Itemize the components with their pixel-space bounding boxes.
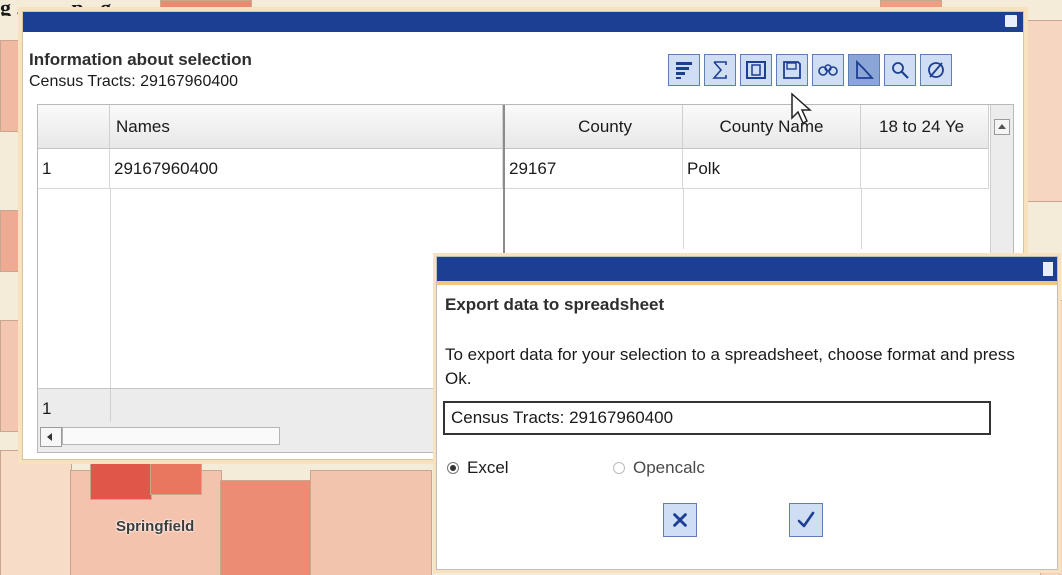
radio-excel-indicator[interactable] xyxy=(447,462,459,474)
grid-cell-rownum[interactable]: 1 xyxy=(38,149,110,189)
scroll-left-button[interactable] xyxy=(40,427,62,447)
export-dialog: Export data to spreadsheet To export dat… xyxy=(436,256,1058,570)
clear-icon xyxy=(928,62,944,78)
binoculars-button[interactable] xyxy=(812,54,844,86)
select-shape-button[interactable] xyxy=(848,54,880,86)
radio-opencalc-indicator[interactable] xyxy=(613,462,625,474)
grid-header-county[interactable]: County xyxy=(505,105,683,149)
grid-cell-name[interactable]: 29167960400 xyxy=(110,149,503,189)
map-city-label: Springfield xyxy=(116,518,195,535)
panel-toolbar xyxy=(668,54,952,86)
radio-excel-label: Excel xyxy=(467,458,509,477)
dialog-instructions: To export data for your selection to a s… xyxy=(445,345,1015,388)
grid-cell-county-name[interactable]: Polk xyxy=(683,149,861,189)
close-icon xyxy=(673,513,687,527)
radio-excel[interactable]: Excel xyxy=(447,458,509,478)
grid-cell-18-to-24[interactable] xyxy=(861,149,989,189)
grid-header-county-name[interactable]: County Name xyxy=(683,105,861,149)
sum-icon xyxy=(712,61,727,79)
scroll-up-button[interactable] xyxy=(994,119,1010,135)
check-icon xyxy=(797,511,815,528)
sum-button[interactable] xyxy=(704,54,736,86)
select-shape-icon xyxy=(856,59,875,79)
columns-button[interactable] xyxy=(740,54,772,86)
grid-horizontal-scrollbar[interactable] xyxy=(38,422,503,452)
grid-cell-county[interactable]: 29167 xyxy=(505,149,683,189)
save-button[interactable] xyxy=(776,54,808,86)
dialog-window-button[interactable] xyxy=(1043,262,1053,276)
zoom-button[interactable] xyxy=(884,54,916,86)
panel-minimize-button[interactable] xyxy=(1005,15,1017,27)
radio-opencalc-label: Opencalc xyxy=(633,458,705,477)
grid-footer-row: 1 xyxy=(38,388,503,423)
ok-button[interactable] xyxy=(789,503,823,537)
sort-button[interactable] xyxy=(668,54,700,86)
grid-header-rownum[interactable] xyxy=(38,105,110,149)
binoculars-icon xyxy=(818,64,838,76)
sort-icon xyxy=(676,62,692,79)
save-icon xyxy=(783,61,801,79)
grid-footer-count: 1 xyxy=(42,399,52,418)
zoom-icon xyxy=(892,62,909,79)
panel-titlebar[interactable] xyxy=(23,12,1023,32)
grid-frozen-columns: Names 1 29167960400 1 xyxy=(38,105,505,452)
cancel-button[interactable] xyxy=(663,503,697,537)
mouse-cursor-icon xyxy=(791,92,812,125)
columns-icon xyxy=(746,61,766,79)
clear-button[interactable] xyxy=(920,54,952,86)
dialog-title: Export data to spreadsheet xyxy=(445,295,665,314)
panel-subtitle: Census Tracts: 29167960400 xyxy=(29,73,239,90)
grid-header-18-to-24[interactable]: 18 to 24 Ye xyxy=(861,105,989,149)
scroll-thumb[interactable] xyxy=(62,427,280,445)
panel-title: Information about selection xyxy=(29,50,252,69)
grid-header-names[interactable]: Names xyxy=(110,105,503,149)
export-name-input[interactable] xyxy=(443,401,991,435)
dialog-titlebar[interactable] xyxy=(437,257,1057,285)
radio-opencalc[interactable]: Opencalc xyxy=(613,458,705,478)
